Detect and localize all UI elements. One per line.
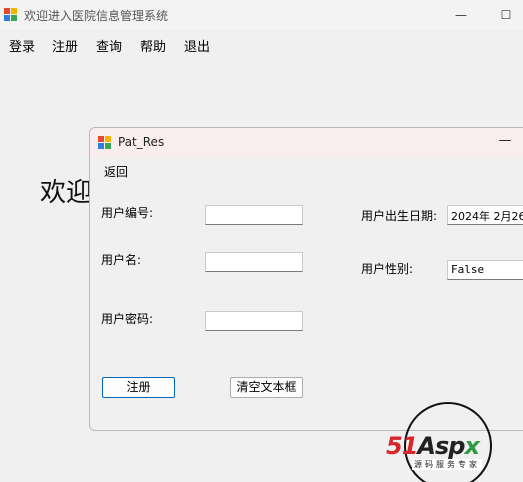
birth-date-picker[interactable]: 2024年 2月26 bbox=[447, 205, 523, 225]
birth-date-label: 用户出生日期: bbox=[361, 209, 438, 223]
dialog-title: Pat_Res bbox=[118, 135, 165, 149]
maximize-button[interactable]: ☐ bbox=[497, 6, 515, 24]
clear-fields-button[interactable]: 清空文本框 bbox=[230, 377, 303, 398]
menu-login[interactable]: 登录 bbox=[9, 36, 35, 55]
user-name-input[interactable] bbox=[205, 252, 303, 272]
dialog-minimize-button[interactable]: — bbox=[496, 132, 514, 150]
dialog-icon bbox=[98, 136, 112, 150]
menu-exit[interactable]: 退出 bbox=[184, 36, 210, 55]
dialog-title-bar: Pat_Res — bbox=[90, 128, 523, 157]
gender-label: 用户性别: bbox=[361, 262, 414, 276]
watermark-brand: 51Aspx bbox=[386, 432, 480, 460]
menu-help[interactable]: 帮助 bbox=[140, 36, 166, 55]
main-title-bar: 欢迎进入医院信息管理系统 — ☐ bbox=[0, 0, 523, 30]
watermark-logo: 51Aspx 源码服务专家 bbox=[384, 400, 523, 482]
menu-query[interactable]: 查询 bbox=[96, 36, 122, 55]
main-menu-bar: 登录 注册 查询 帮助 退出 bbox=[0, 32, 523, 55]
menu-register[interactable]: 注册 bbox=[52, 36, 78, 55]
minimize-button[interactable]: — bbox=[452, 6, 470, 24]
welcome-text: 欢迎 bbox=[40, 178, 93, 208]
register-button[interactable]: 注册 bbox=[102, 377, 175, 398]
user-name-label: 用户名: bbox=[101, 253, 142, 267]
user-id-input[interactable] bbox=[205, 205, 303, 225]
app-icon bbox=[4, 8, 18, 22]
watermark-subtitle: 源码服务专家 bbox=[412, 459, 482, 470]
gender-input[interactable]: False bbox=[447, 260, 523, 280]
register-dialog: Pat_Res — 返回 用户编号: 用户名: 用户密码: 用户出生日期: 20… bbox=[89, 127, 523, 431]
password-input[interactable] bbox=[205, 311, 303, 331]
window-title: 欢迎进入医院信息管理系统 bbox=[24, 9, 169, 23]
user-id-label: 用户编号: bbox=[101, 206, 154, 220]
menu-back[interactable]: 返回 bbox=[104, 163, 128, 180]
password-label: 用户密码: bbox=[101, 312, 154, 326]
